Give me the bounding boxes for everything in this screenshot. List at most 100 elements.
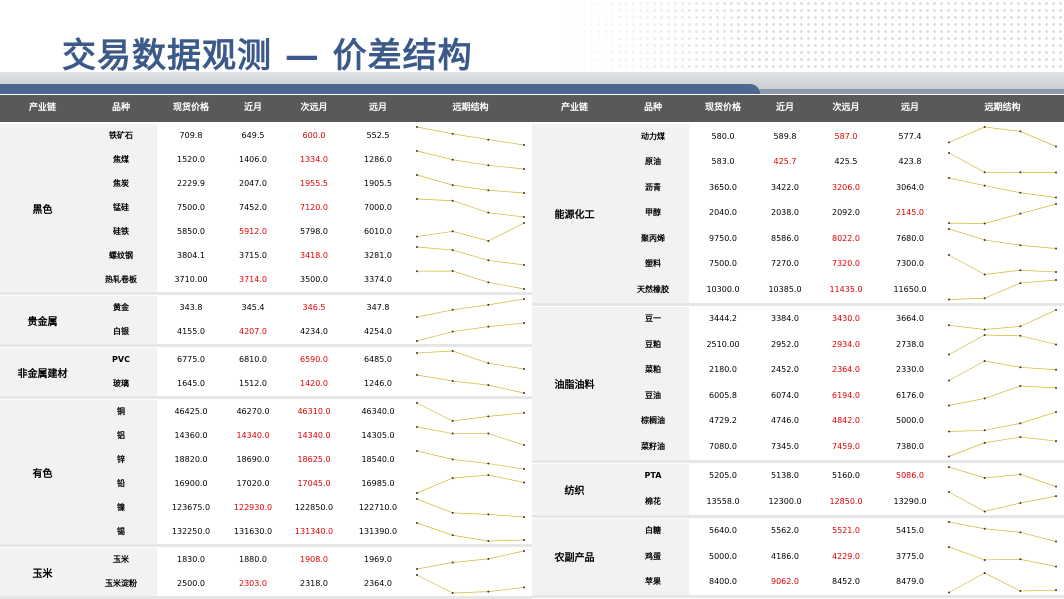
price-spot: 1830.0 bbox=[177, 555, 205, 564]
price-far: 552.5 bbox=[366, 131, 390, 140]
price-near: 2038.0 bbox=[771, 208, 799, 218]
term-structure-sparkline bbox=[948, 308, 1057, 330]
sparkline-point bbox=[523, 411, 525, 414]
price-far: 6485.0 bbox=[364, 355, 392, 364]
sparkline-point bbox=[948, 253, 950, 256]
term-structure-sparkline bbox=[416, 522, 525, 542]
sparkline-point bbox=[523, 368, 525, 370]
group-separator bbox=[0, 292, 532, 295]
sparkline-point bbox=[1019, 212, 1022, 215]
price-spot: 2500.0 bbox=[177, 579, 205, 588]
sparkline-point bbox=[983, 476, 986, 479]
sparkline-point bbox=[1019, 130, 1022, 133]
sparkline-point bbox=[451, 511, 454, 514]
commodity-name: 豆油 bbox=[645, 390, 661, 400]
price-far: 11650.0 bbox=[893, 284, 927, 294]
price-far: 1286.0 bbox=[364, 155, 392, 164]
sparkline-point bbox=[416, 574, 418, 576]
price-near: 131630.0 bbox=[233, 527, 273, 536]
sparkline-point bbox=[523, 322, 525, 324]
price-spot: 1645.0 bbox=[177, 379, 205, 388]
price-far: 577.4 bbox=[898, 131, 922, 141]
price-spot: 6005.8 bbox=[709, 390, 737, 400]
sparkline-path bbox=[948, 385, 1057, 406]
sparkline-path bbox=[948, 177, 1057, 198]
term-structure-sparkline bbox=[416, 322, 525, 342]
price-far: 3664.0 bbox=[896, 314, 924, 324]
sparkline-point bbox=[1019, 501, 1022, 504]
category-group: 玉米 玉米 1830.0 1880.0 1908.0 1969.0 玉米淀粉 2500.0 23… bbox=[0, 548, 532, 596]
header-banner: 交易数据观测 — 价差结构 bbox=[0, 0, 1064, 94]
price-far: 2738.0 bbox=[896, 339, 924, 349]
sparkline-point bbox=[487, 240, 490, 242]
sparkline-point bbox=[487, 474, 490, 476]
sparkline-point bbox=[451, 380, 454, 382]
sparkline-point bbox=[948, 546, 950, 548]
price-spot: 10300.0 bbox=[706, 284, 740, 294]
price-near: 5562.0 bbox=[771, 526, 799, 536]
sparkline-path bbox=[416, 126, 525, 146]
price-far: 1905.5 bbox=[364, 179, 392, 188]
price-near: 3422.0 bbox=[771, 182, 799, 192]
price-next: 131340.0 bbox=[294, 527, 334, 536]
price-near: 5912.0 bbox=[239, 227, 267, 236]
sparkline-point bbox=[1019, 244, 1022, 247]
group-separator bbox=[532, 514, 1064, 518]
price-spot: 13558.0 bbox=[706, 496, 740, 506]
price-near: 2047.0 bbox=[239, 179, 267, 188]
sparkline-path bbox=[416, 498, 525, 518]
price-next: 11435.0 bbox=[829, 284, 863, 294]
category-group: 能源化工 动力煤 580.0 589.8 587.0 577.4 原油 583.0 425.7 4… bbox=[532, 124, 1064, 303]
sparkline-point bbox=[523, 444, 525, 446]
sparkline-point bbox=[948, 177, 950, 179]
term-structure-sparkline bbox=[416, 298, 525, 318]
column-header: 远期结构 bbox=[984, 103, 1021, 113]
sparkline-point bbox=[948, 404, 950, 407]
sparkline-point bbox=[948, 221, 950, 224]
price-next: 6590.0 bbox=[300, 355, 328, 364]
sparkline-path bbox=[948, 203, 1057, 224]
price-spot: 46425.0 bbox=[174, 407, 208, 416]
price-spot: 4155.0 bbox=[177, 327, 205, 336]
commodity-name: 锌 bbox=[117, 455, 125, 464]
commodity-name: 铅 bbox=[117, 479, 125, 488]
term-structure-sparkline bbox=[416, 498, 525, 518]
category-group: 农副产品 白糖 5640.0 5562.0 5521.0 5415.0 鸡蛋 5000.0 41… bbox=[532, 518, 1064, 595]
sparkline-point bbox=[983, 359, 986, 362]
category-label: 有色 bbox=[0, 400, 157, 544]
price-near: 4186.0 bbox=[771, 551, 799, 561]
price-next: 1420.0 bbox=[300, 379, 328, 388]
column-header: 产业链 bbox=[560, 103, 588, 113]
sparkline-point bbox=[416, 498, 418, 500]
price-spot: 2180.0 bbox=[709, 365, 737, 375]
sparkline-point bbox=[983, 571, 986, 574]
term-structure-sparkline bbox=[948, 436, 1057, 458]
commodity-name: 菜籽油 bbox=[641, 441, 665, 451]
commodity-name: 白糖 bbox=[645, 526, 661, 536]
price-far: 8479.0 bbox=[896, 577, 924, 587]
price-spot: 9750.0 bbox=[709, 233, 737, 243]
sparkline-point bbox=[1019, 191, 1022, 194]
sparkline-point bbox=[451, 330, 454, 333]
sparkline-path bbox=[416, 450, 525, 470]
sparkline-point bbox=[416, 374, 418, 376]
term-structure-sparkline bbox=[948, 151, 1057, 173]
price-far: 7680.0 bbox=[896, 233, 924, 243]
price-spot: 132250.0 bbox=[171, 527, 211, 536]
page-title: 交易数据观测 — 价差结构 bbox=[62, 36, 473, 76]
category-name: 玉米 bbox=[32, 568, 53, 580]
price-next: 346.5 bbox=[302, 303, 326, 312]
sparkline-path bbox=[416, 298, 525, 318]
commodity-name: 豆粕 bbox=[645, 339, 661, 349]
sparkline-path bbox=[948, 466, 1057, 487]
sparkline-point bbox=[948, 430, 950, 432]
category-group: 贵金属 黄金 343.8 345.4 346.5 347.8 白银 4155.0 4207.0 4… bbox=[0, 296, 532, 344]
price-spot: 18820.0 bbox=[174, 455, 208, 464]
sparkline-path bbox=[948, 411, 1057, 432]
commodity-name: 苹果 bbox=[645, 577, 661, 587]
price-far: 2145.0 bbox=[896, 208, 924, 218]
sparkline-point bbox=[983, 428, 986, 431]
term-structure-sparkline bbox=[416, 174, 525, 194]
sparkline-point bbox=[983, 222, 986, 224]
price-far: 347.8 bbox=[366, 303, 390, 312]
